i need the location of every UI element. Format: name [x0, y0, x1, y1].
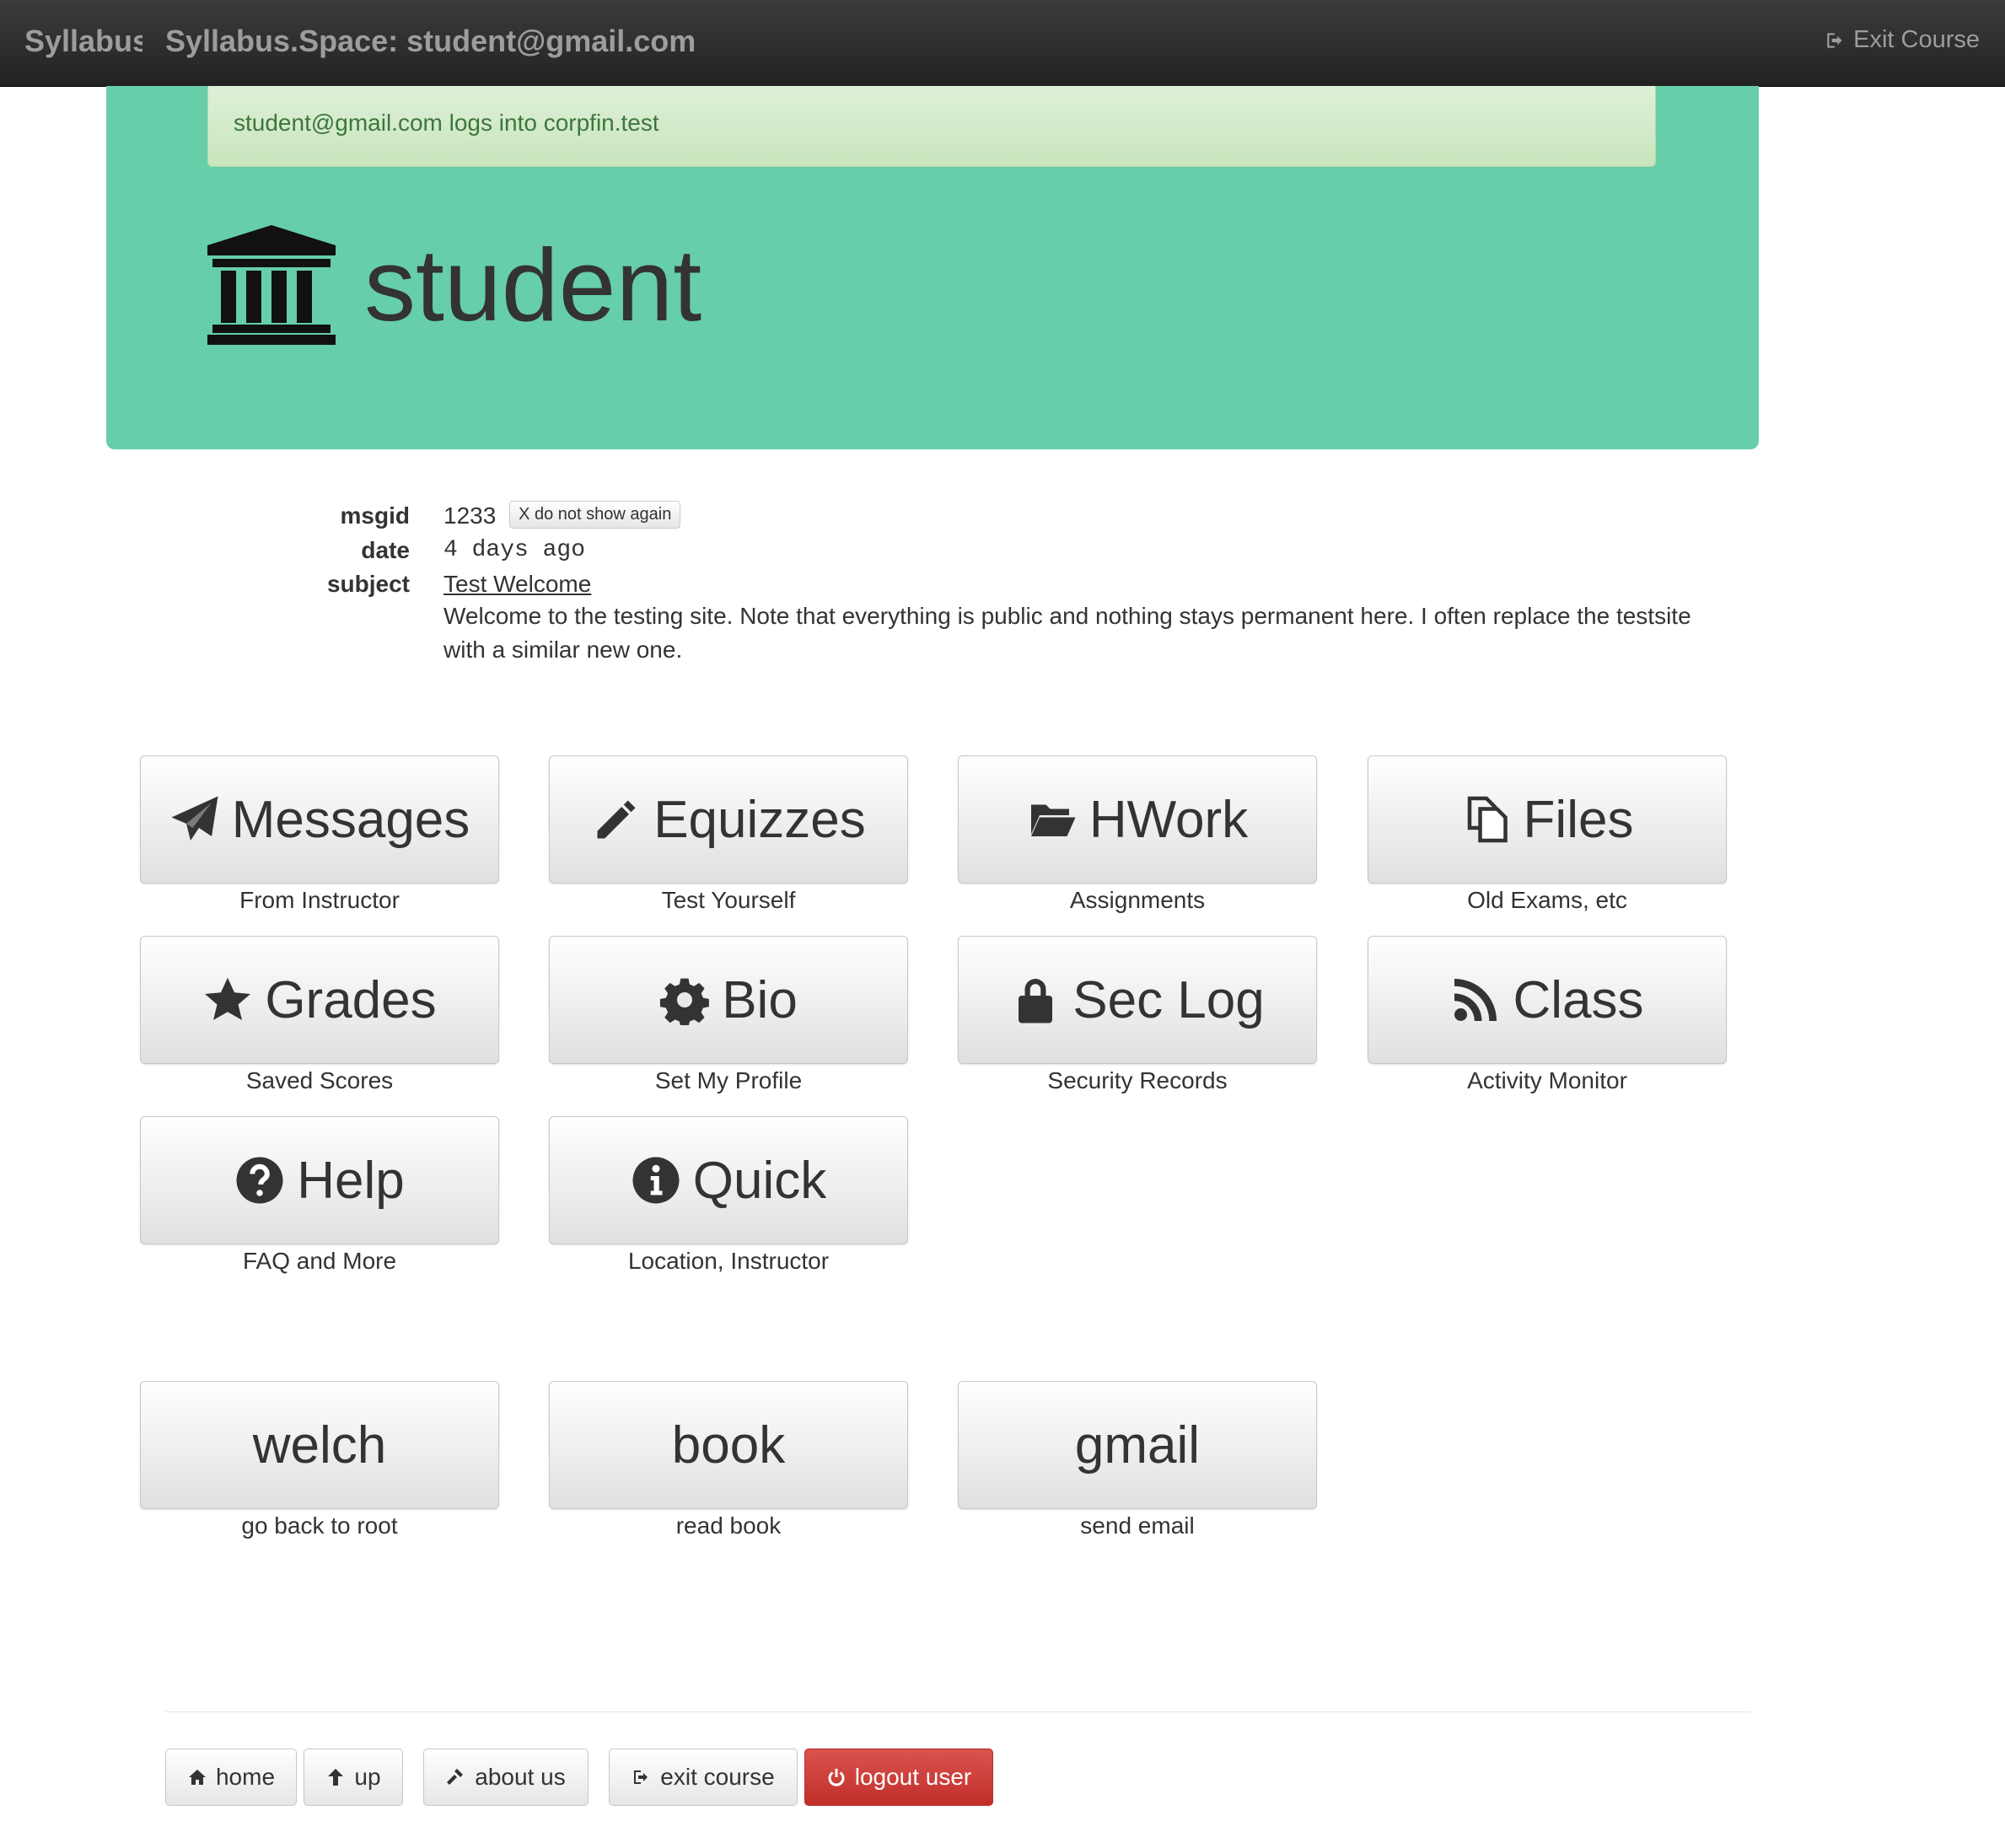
- tile-grades: Grades Saved Scores: [140, 936, 499, 1094]
- class-button[interactable]: Class: [1368, 936, 1727, 1064]
- tile-label: Class: [1513, 970, 1644, 1029]
- exit-course-label: Exit Course: [1853, 26, 1980, 53]
- up-button[interactable]: up: [304, 1749, 403, 1806]
- subject-label: subject: [326, 571, 410, 597]
- brand-link[interactable]: Syllabus.Space: [24, 24, 142, 59]
- msgid-label: msgid: [340, 502, 410, 529]
- paper-plane-icon: [171, 796, 218, 841]
- gavel-icon: [447, 1769, 464, 1785]
- tile-label: book: [671, 1416, 786, 1475]
- tile-label: Files: [1523, 790, 1634, 849]
- tile-help: Help FAQ and More: [140, 1116, 499, 1275]
- gmail-button[interactable]: gmail: [958, 1381, 1317, 1509]
- tile-subtitle: From Instructor: [239, 887, 400, 913]
- tile-subtitle: Saved Scores: [245, 1067, 394, 1093]
- tile-files: Files Old Exams, etc: [1368, 755, 1727, 914]
- tile-subtitle: Set My Profile: [654, 1067, 803, 1093]
- tile-label: welch: [252, 1416, 387, 1475]
- tile-subtitle: FAQ and More: [242, 1248, 397, 1274]
- tile-bio: Bio Set My Profile: [549, 936, 908, 1094]
- hero: student: [207, 225, 701, 345]
- tile-label: Bio: [722, 970, 798, 1029]
- subject-value-wrap: Test Welcome: [443, 571, 591, 598]
- tile-subtitle: Activity Monitor: [1467, 1067, 1627, 1093]
- gear-icon: [660, 978, 710, 1025]
- tile-label: Help: [297, 1151, 405, 1210]
- messages-button[interactable]: Messages: [140, 755, 499, 884]
- tile-gmail: gmail send email: [958, 1381, 1317, 1539]
- date-label: date: [361, 537, 410, 563]
- tile-welch: welch go back to root: [140, 1381, 499, 1539]
- tile-subtitle: send email: [1080, 1512, 1195, 1539]
- tile-messages: Messages From Instructor: [140, 755, 499, 914]
- star-icon: [205, 977, 251, 1020]
- nav-title[interactable]: Syllabus.Space: student@gmail.com: [165, 24, 696, 59]
- sign-out-icon: [1827, 32, 1842, 48]
- tile-sec-log: Sec Log Security Records: [958, 936, 1317, 1094]
- tile-label: gmail: [1074, 1416, 1201, 1475]
- tile-book: book read book: [549, 1381, 908, 1539]
- tile-label: Grades: [265, 970, 437, 1029]
- arrow-up-icon: [328, 1769, 344, 1786]
- welch-button[interactable]: welch: [140, 1381, 499, 1509]
- about-us-button[interactable]: about us: [423, 1749, 589, 1806]
- tile-label: Quick: [692, 1151, 827, 1210]
- up-label: up: [354, 1764, 381, 1790]
- lock-icon: [1019, 979, 1053, 1023]
- equizzes-button[interactable]: Equizzes: [549, 755, 908, 884]
- files-button[interactable]: Files: [1368, 755, 1727, 884]
- login-alert: student@gmail.com logs into corpfin.test: [207, 86, 1656, 167]
- exit-course-button[interactable]: exit course: [609, 1749, 798, 1806]
- tile-subtitle: Location, Instructor: [627, 1248, 830, 1274]
- sec-log-button[interactable]: Sec Log: [958, 936, 1317, 1064]
- pencil-icon: [597, 800, 636, 839]
- tile-label: Messages: [231, 790, 470, 849]
- grades-button[interactable]: Grades: [140, 936, 499, 1064]
- date-value: 4 days ago: [443, 537, 586, 563]
- folder-open-icon: [1030, 804, 1076, 836]
- home-button[interactable]: home: [165, 1749, 297, 1806]
- tile-class: Class Activity Monitor: [1368, 936, 1727, 1094]
- subject-link[interactable]: Test Welcome: [443, 571, 591, 597]
- help-button[interactable]: Help: [140, 1116, 499, 1244]
- tile-hwork: HWork Assignments: [958, 755, 1317, 914]
- tile-subtitle: go back to root: [241, 1512, 398, 1539]
- tile-subtitle: Security Records: [1047, 1067, 1228, 1093]
- book-button[interactable]: book: [549, 1381, 908, 1509]
- msgid-value: 1233: [443, 502, 497, 529]
- tile-subtitle: Assignments: [1069, 887, 1206, 913]
- page-title: student: [364, 228, 702, 342]
- question-circle-icon: [236, 1157, 283, 1204]
- exit-course-label: exit course: [660, 1764, 775, 1790]
- power-icon: [828, 1769, 845, 1786]
- rss-icon: [1454, 979, 1497, 1021]
- tile-quick: Quick Location, Instructor: [549, 1116, 908, 1275]
- tile-label: Sec Log: [1072, 970, 1265, 1029]
- jumbotron: student@gmail.com logs into corpfin.test…: [106, 86, 1759, 449]
- home-label: home: [215, 1764, 276, 1790]
- quick-button[interactable]: Quick: [549, 1116, 908, 1244]
- dismiss-message-button[interactable]: X do not show again: [509, 501, 681, 529]
- sign-out-icon: [634, 1770, 648, 1784]
- tile-label: Equizzes: [653, 790, 866, 849]
- bio-button[interactable]: Bio: [549, 936, 908, 1064]
- tile-equizzes: Equizzes Test Yourself: [549, 755, 908, 914]
- logout-label: logout user: [854, 1764, 972, 1790]
- info-circle-icon: [632, 1157, 680, 1204]
- msgid-value-wrap: 1233 X do not show again: [443, 501, 681, 531]
- tile-subtitle: read book: [675, 1512, 782, 1539]
- tile-subtitle: Old Exams, etc: [1467, 887, 1627, 913]
- exit-course-top-link[interactable]: Exit Course: [1825, 26, 1980, 54]
- tile-label: HWork: [1089, 790, 1249, 849]
- files-icon: [1467, 796, 1508, 843]
- footer-divider: [165, 1711, 1750, 1712]
- bank-icon: [207, 225, 336, 345]
- about-us-label: about us: [475, 1764, 566, 1790]
- home-icon: [188, 1770, 206, 1785]
- tile-subtitle: Test Yourself: [661, 887, 796, 913]
- logout-button[interactable]: logout user: [804, 1749, 993, 1806]
- hwork-button[interactable]: HWork: [958, 755, 1317, 884]
- top-navbar: Syllabus.Space Syllabus.Space: student@g…: [0, 0, 2005, 87]
- message-body: Welcome to the testing site. Note that e…: [443, 603, 1691, 663]
